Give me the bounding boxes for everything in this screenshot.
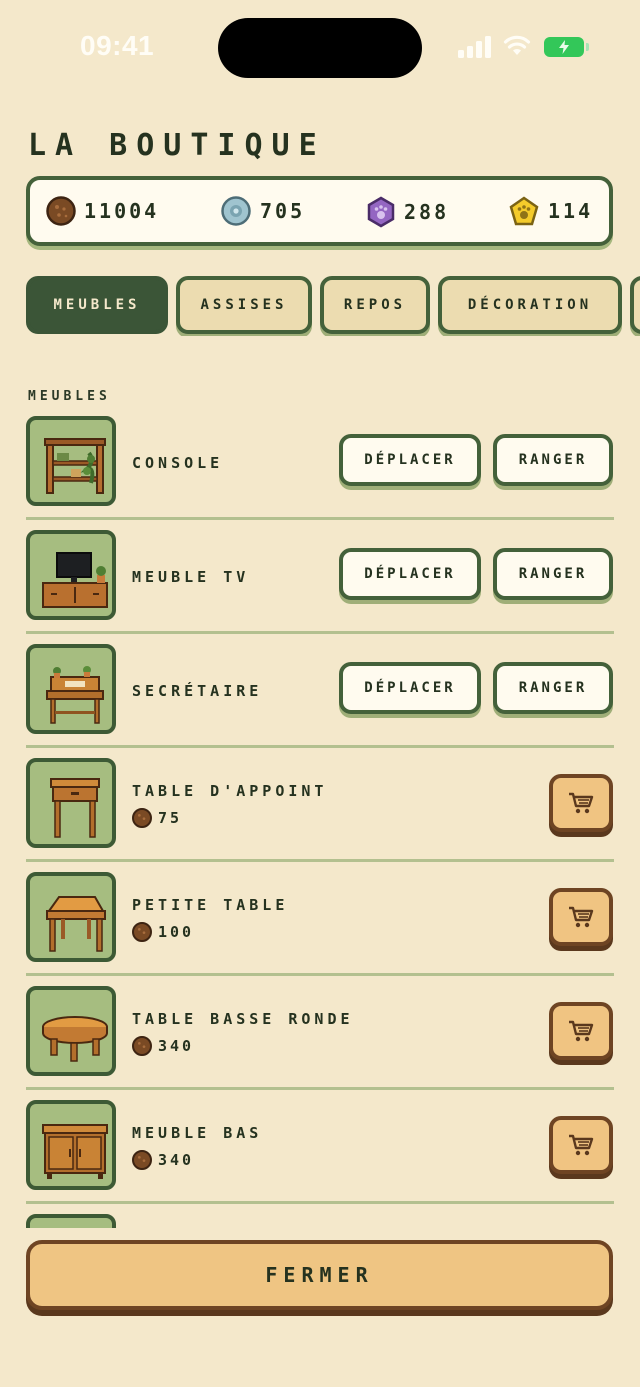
- paw-pentagon-icon: [509, 196, 539, 226]
- side-table-icon: [50, 778, 100, 838]
- move-button[interactable]: DÉPLACER: [339, 434, 481, 486]
- item-thumbnail: [26, 872, 116, 962]
- coin-icon: [132, 922, 152, 942]
- item-name: PETITE TABLE: [132, 896, 289, 914]
- item-price: 100: [132, 922, 194, 942]
- currency-coins: 11004: [46, 196, 159, 226]
- store-button[interactable]: RANGER: [493, 548, 613, 600]
- small-table-icon: [46, 896, 106, 952]
- item-thumbnail: [26, 1100, 116, 1190]
- item-thumbnail: [26, 986, 116, 1076]
- tab-next-partial[interactable]: [630, 276, 640, 334]
- item-name: TABLE D'APPOINT: [132, 782, 328, 800]
- price-value: 75: [158, 809, 183, 827]
- cellular-signal-icon: [458, 36, 491, 58]
- battery-tip: [586, 43, 589, 51]
- page-title: LA BOUTIQUE: [28, 128, 326, 163]
- close-button[interactable]: FERMER: [26, 1240, 613, 1310]
- buy-button[interactable]: [549, 1002, 613, 1060]
- secretary-desk-icon: [46, 666, 104, 724]
- row-divider: [26, 631, 614, 634]
- tab-meubles[interactable]: MEUBLES: [26, 276, 168, 334]
- currency-value: 11004: [84, 199, 160, 223]
- currency-panel: 11004 705 288 114: [26, 176, 613, 246]
- tab-assises[interactable]: ASSISES: [176, 276, 312, 334]
- item-thumbnail: [26, 1214, 116, 1228]
- wifi-icon: [503, 35, 531, 55]
- dynamic-island: [218, 18, 422, 78]
- console-shelf-icon: [44, 438, 106, 494]
- currency-value: 705: [260, 199, 306, 223]
- list-item: MEUBLE BAS 340: [26, 1100, 614, 1214]
- tv-stand-icon: [42, 552, 108, 608]
- item-name: SECRÉTAIRE: [132, 682, 263, 700]
- list-item: CONSOLE DÉPLACER RANGER: [26, 416, 614, 530]
- coin-icon: [132, 1036, 152, 1056]
- currency-purple: 288: [366, 196, 449, 228]
- tab-repos[interactable]: REPOS: [320, 276, 430, 334]
- buy-button[interactable]: [549, 888, 613, 946]
- currency-gold: 114: [508, 196, 593, 226]
- category-tabs: MEUBLES ASSISES REPOS DÉCORATION: [26, 276, 640, 336]
- move-button[interactable]: DÉPLACER: [339, 548, 481, 600]
- item-thumbnail: [26, 530, 116, 620]
- gear-token-icon: [221, 196, 251, 226]
- row-divider: [26, 1087, 614, 1090]
- item-thumbnail: [26, 416, 116, 506]
- item-list[interactable]: CONSOLE DÉPLACER RANGER MEUBLE TV DÉPLAC…: [26, 416, 614, 1228]
- section-label: MEUBLES: [28, 389, 111, 404]
- item-name: CONSOLE: [132, 454, 224, 472]
- low-cabinet-icon: [42, 1124, 108, 1179]
- shopping-cart-icon: [569, 906, 594, 928]
- currency-tokens: 705: [220, 196, 305, 226]
- buy-button[interactable]: [549, 1116, 613, 1174]
- list-item: TABLE D'APPOINT 75: [26, 758, 614, 872]
- battery-icon: [544, 37, 584, 57]
- item-price: 340: [132, 1036, 194, 1056]
- paw-hexagon-icon: [367, 196, 395, 228]
- shopping-cart-icon: [569, 1020, 594, 1042]
- round-coffee-table-icon: [42, 1016, 108, 1062]
- move-button[interactable]: DÉPLACER: [339, 662, 481, 714]
- shopping-cart-icon: [569, 1134, 594, 1156]
- price-value: 340: [158, 1151, 195, 1169]
- row-divider: [26, 517, 614, 520]
- item-price: 340: [132, 1150, 194, 1170]
- status-time: 09:41: [80, 30, 155, 61]
- item-name: MEUBLE TV: [132, 568, 250, 586]
- row-divider: [26, 745, 614, 748]
- item-name: TABLE BASSE RONDE: [132, 1010, 354, 1028]
- buy-button[interactable]: [549, 774, 613, 832]
- price-value: 100: [158, 923, 195, 941]
- coin-icon: [132, 808, 152, 828]
- coin-icon: [46, 196, 76, 226]
- item-name: MEUBLE BAS: [132, 1124, 263, 1142]
- row-divider: [26, 973, 614, 976]
- row-divider: [26, 859, 614, 862]
- list-item: MEUBLE TV DÉPLACER RANGER: [26, 530, 614, 644]
- currency-value: 114: [548, 199, 594, 223]
- currency-value: 288: [404, 200, 450, 224]
- store-button[interactable]: RANGER: [493, 434, 613, 486]
- coin-icon: [132, 1150, 152, 1170]
- price-value: 340: [158, 1037, 195, 1055]
- list-item: PETITE TABLE 100: [26, 872, 614, 986]
- row-divider: [26, 1201, 614, 1204]
- item-thumbnail: [26, 758, 116, 848]
- status-bar: 09:41: [0, 0, 640, 96]
- store-button[interactable]: RANGER: [493, 662, 613, 714]
- item-thumbnail: [26, 644, 116, 734]
- shopping-cart-icon: [569, 792, 594, 814]
- list-item: TABLE BASSE RONDE 340: [26, 986, 614, 1100]
- tab-decoration[interactable]: DÉCORATION: [438, 276, 622, 334]
- item-price: 75: [132, 808, 182, 828]
- list-item-partial: [26, 1214, 614, 1228]
- list-item: SECRÉTAIRE DÉPLACER RANGER: [26, 644, 614, 758]
